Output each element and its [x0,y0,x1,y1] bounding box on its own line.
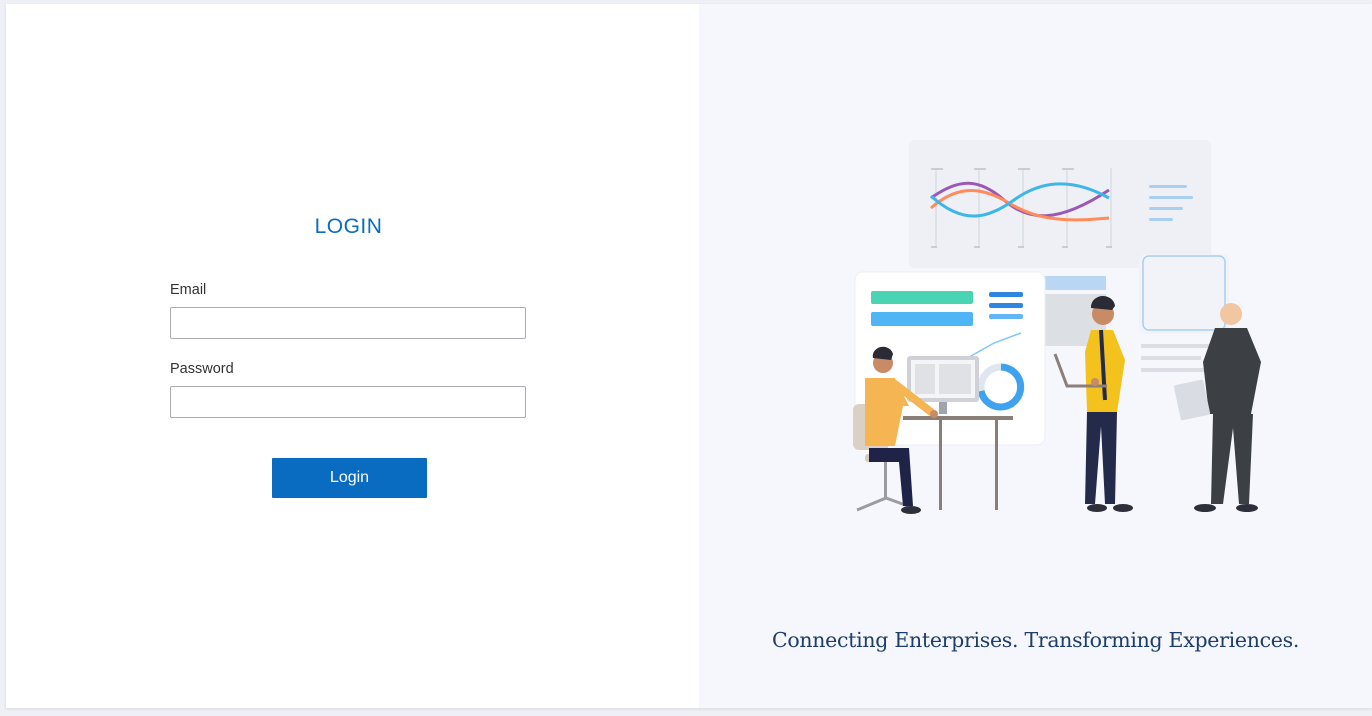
login-title: LOGIN [314,215,383,238]
password-input[interactable] [170,386,526,418]
email-input[interactable] [170,307,526,339]
illustration-panel: Connecting Enterprises. Transforming Exp… [699,4,1372,708]
brand-tagline: Connecting Enterprises. Transforming Exp… [771,628,1300,652]
login-panel: LOGIN Email Password Login [6,4,699,708]
office-team-analytics-illustration-icon [853,140,1261,514]
password-label: Password [170,361,234,377]
login-button[interactable]: Login [272,458,427,498]
login-card: LOGIN Email Password Login Connecting En… [6,4,1372,708]
email-label: Email [170,282,207,298]
